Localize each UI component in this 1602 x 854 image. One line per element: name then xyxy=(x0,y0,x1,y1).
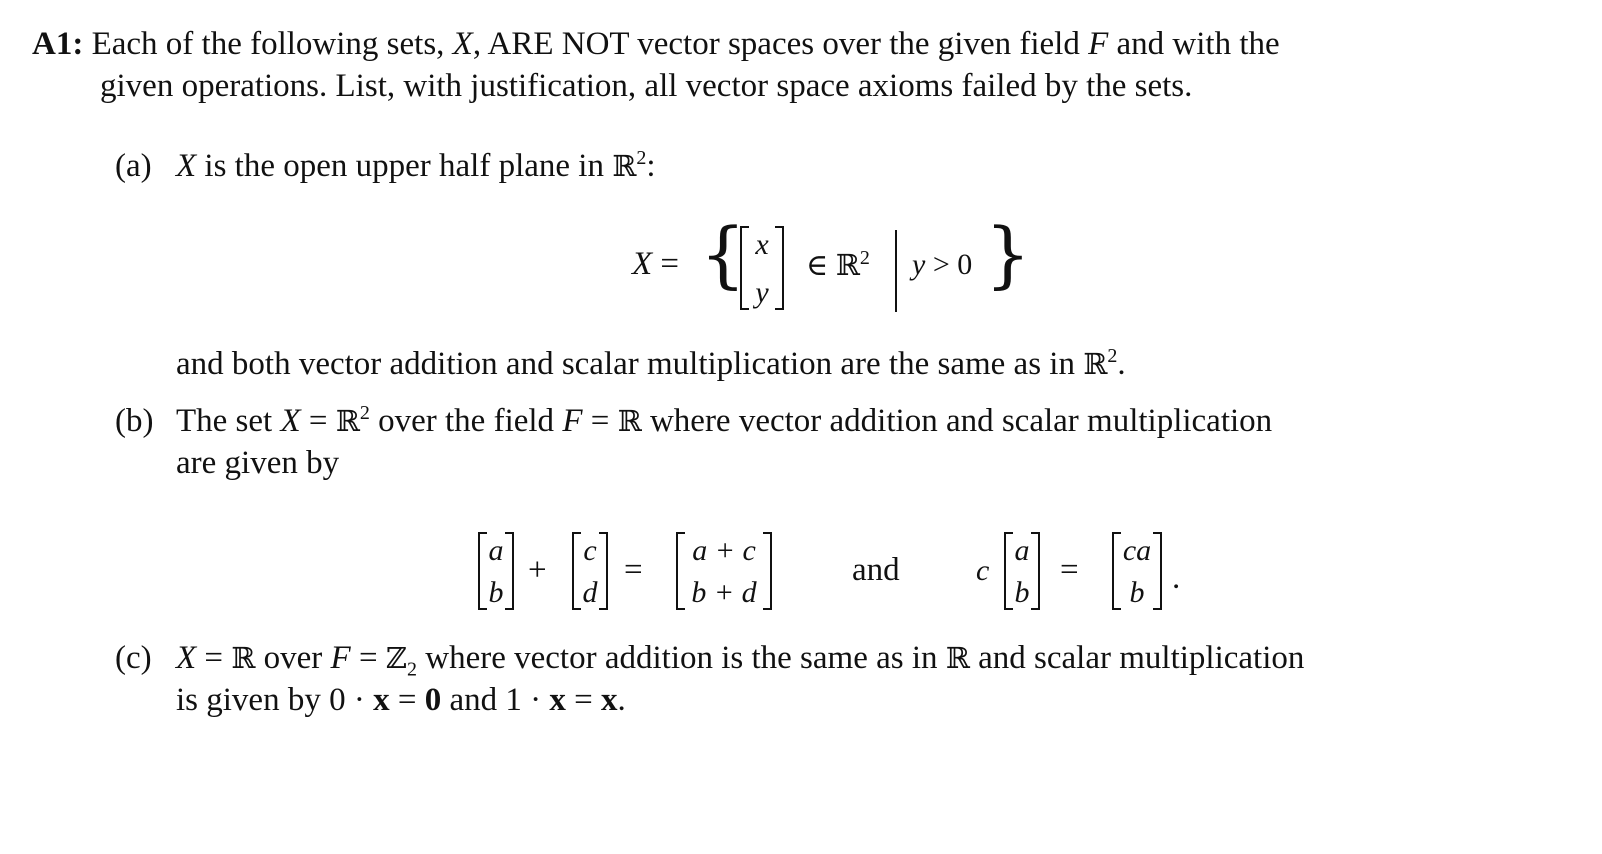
scalar-vector: a b xyxy=(1004,532,1040,610)
and-connector: and xyxy=(852,552,900,588)
such-that-bar xyxy=(895,230,897,312)
add-left-a: a xyxy=(488,534,504,567)
left-brace: { xyxy=(700,212,746,296)
vector-x: x xyxy=(755,228,769,261)
problem-intro-text: Each of the following sets, X, ARE NOT v… xyxy=(91,26,1280,62)
problem-intro-line2: given operations. List, with justificati… xyxy=(100,68,1193,104)
equals-sign-1: = xyxy=(624,552,643,588)
problem-intro-line1: A1: Each of the following sets, X, ARE N… xyxy=(32,26,1280,63)
add-result-vector: a + c b + d xyxy=(676,532,772,610)
set-condition: y > 0 xyxy=(912,248,973,281)
set-membership: ∈ ℝ2 xyxy=(806,247,870,282)
part-c-label: (c) xyxy=(115,640,152,676)
add-left-vector: a b xyxy=(478,532,514,610)
part-b-line1: The set X = ℝ2 over the field F = ℝ wher… xyxy=(176,402,1273,439)
scalar-c: c xyxy=(976,554,990,587)
equals-sign-2: = xyxy=(1060,552,1079,588)
plus-sign: + xyxy=(528,552,547,588)
right-brace: } xyxy=(985,212,1031,296)
vector-y: y xyxy=(755,276,769,309)
part-a-text: X is the open upper half plane in ℝ2: xyxy=(176,147,656,184)
part-c-line1: X = ℝ over F = ℤ2 where vector addition … xyxy=(176,640,1305,681)
add-left-b: b xyxy=(488,576,504,609)
scalar-result-bottom: b xyxy=(1129,576,1145,609)
problem-label: A1: xyxy=(32,26,84,62)
add-right-vector: c d xyxy=(572,532,608,610)
set-lhs: X = xyxy=(632,246,680,282)
scalar-vector-b: b xyxy=(1014,576,1030,609)
set-vector: x y xyxy=(740,226,784,310)
add-result-bottom: b + d xyxy=(691,576,757,609)
scalar-result-top: ca xyxy=(1122,534,1152,567)
add-right-d: d xyxy=(582,576,598,609)
part-c-line2: is given by 0 · x = 0 and 1 · x = x. xyxy=(176,682,626,718)
period: . xyxy=(1172,560,1181,596)
add-result-top: a + c xyxy=(692,534,756,567)
add-right-c: c xyxy=(583,534,597,567)
part-a-label: (a) xyxy=(115,148,152,184)
scalar-result-vector: ca b xyxy=(1112,532,1162,610)
part-b-label: (b) xyxy=(115,403,154,439)
scalar-vector-a: a xyxy=(1014,534,1030,567)
part-a-after: and both vector addition and scalar mult… xyxy=(176,345,1126,382)
part-b-line2: are given by xyxy=(176,445,340,481)
